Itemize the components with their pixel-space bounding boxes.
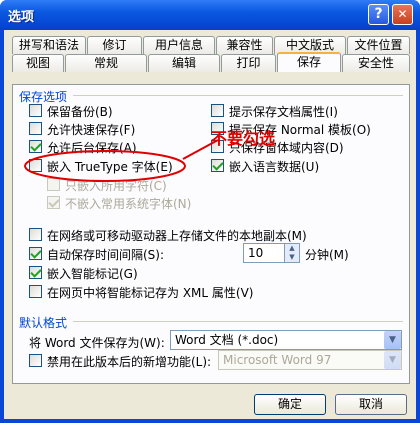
local-copy-checkbox[interactable]: [29, 228, 42, 241]
window-title: 选项: [8, 10, 35, 25]
save-tab-panel: 保存选项 保留备份(B) 允许快速保存(F) 允许后台保存(A) 嵌入 True…: [12, 84, 410, 384]
save-as-label: 将 Word 文件保存为(W):: [29, 336, 165, 350]
ok-button[interactable]: 确定: [254, 394, 326, 415]
chevron-down-icon[interactable]: ▼: [384, 351, 401, 369]
help-button[interactable]: ?: [368, 4, 389, 25]
spin-up-icon[interactable]: ▲: [285, 244, 299, 253]
embed-smart-tags-label: 嵌入智能标记(G): [47, 267, 138, 281]
smart-tags-xml-checkbox[interactable]: [29, 285, 42, 298]
local-copy-label: 在网络或可移动驱动器上存储文件的本地副本(M): [47, 229, 307, 243]
close-icon: ✕: [397, 7, 408, 21]
autosave-checkbox[interactable]: [29, 247, 42, 260]
chevron-down-icon[interactable]: ▼: [384, 331, 401, 349]
dialog-client: 拼写和语法 修订 用户信息 兼容性 中文版式 文件位置 视图 常规 编辑 打印 …: [4, 30, 416, 419]
disable-features-checkbox[interactable]: [29, 354, 42, 367]
spin-down-icon[interactable]: ▼: [285, 253, 299, 262]
smart-tags-xml-label: 在网页中将智能标记存为 XML 属性(V): [47, 286, 254, 300]
tab-user-info[interactable]: 用户信息: [143, 36, 215, 54]
tab-compatibility[interactable]: 兼容性: [216, 36, 273, 54]
tab-view[interactable]: 视图: [12, 54, 64, 72]
options-dialog: 选项 ? ✕ 拼写和语法 修订 用户信息 兼容性 中文版式 文件位置 视图 常规…: [0, 0, 420, 423]
tab-spelling[interactable]: 拼写和语法: [12, 36, 86, 54]
embed-smart-tags-checkbox[interactable]: [29, 266, 42, 279]
tab-security[interactable]: 安全性: [342, 54, 410, 72]
tab-edit[interactable]: 编辑: [148, 54, 220, 72]
autosave-label: 自动保存时间间隔(S):: [47, 248, 165, 262]
save-as-select[interactable]: Word 文档 (*.doc): [170, 330, 402, 350]
highlight-ellipse: [24, 150, 186, 182]
cancel-button[interactable]: 取消: [335, 394, 407, 415]
tab-file-locations[interactable]: 文件位置: [347, 36, 410, 54]
disable-features-label: 禁用在此版本后的新增功能(L):: [47, 355, 212, 369]
minutes-label: 分钟(M): [305, 248, 349, 262]
title-bar[interactable]: 选项 ? ✕: [0, 0, 420, 30]
close-button[interactable]: ✕: [392, 4, 413, 25]
save-as-value: Word 文档 (*.doc): [175, 333, 279, 347]
annotation-overlay: [24, 139, 219, 182]
disable-features-select[interactable]: Microsoft Word 97: [218, 350, 402, 370]
default-format-group-title: 默认格式: [19, 316, 68, 330]
disable-features-value: Microsoft Word 97: [223, 353, 332, 367]
tab-revisions[interactable]: 修订: [87, 36, 142, 54]
tab-general[interactable]: 常规: [65, 54, 147, 72]
tab-save[interactable]: 保存: [277, 52, 341, 72]
autosave-spinner[interactable]: ▲ ▼: [284, 243, 300, 263]
tab-print[interactable]: 打印: [221, 54, 276, 72]
group-divider: [73, 321, 403, 322]
annotation-text: 不要勾选: [211, 129, 276, 148]
